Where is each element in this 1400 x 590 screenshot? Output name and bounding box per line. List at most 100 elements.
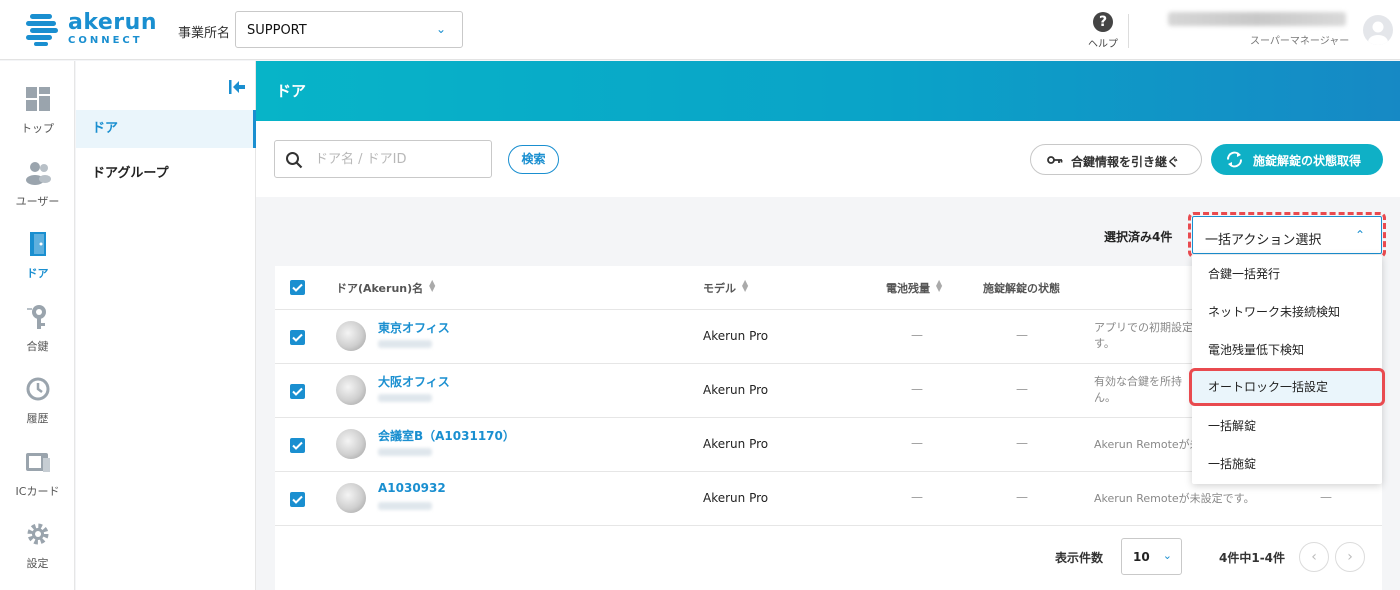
search-box[interactable] xyxy=(274,140,492,178)
door-name-link[interactable]: 会議室B（A1031170） xyxy=(378,427,515,444)
menu-item-bulk-lock[interactable]: 一括施錠 xyxy=(1192,445,1382,483)
page-banner: ドア xyxy=(256,61,1400,121)
search-button[interactable]: 検索 xyxy=(508,145,559,174)
door-remark-line2: ん。 xyxy=(1094,391,1116,404)
door-remark-line2: す。 xyxy=(1094,337,1115,350)
battery-value: — xyxy=(911,490,923,504)
lock-state-value: — xyxy=(1016,382,1028,396)
bulk-action-select[interactable]: 一括アクション選択 ⌃ xyxy=(1188,212,1386,258)
column-header-name[interactable]: ドア(Akerun)名 ▲ ▼ xyxy=(336,278,436,296)
toolbar: 検索 合鍵情報を引き継ぐ 施錠解錠の状態取得 xyxy=(256,121,1400,197)
battery-value: — xyxy=(911,382,923,396)
subnav-item-door-group[interactable]: ドアグループ xyxy=(76,155,256,193)
nav-top[interactable]: トップ xyxy=(0,86,75,136)
door-remark-line1: アプリでの初期設定 xyxy=(1094,321,1193,334)
column-header-battery[interactable]: 電池残量 ▲ ▼ xyxy=(886,279,942,296)
chevron-up-icon: ⌃ xyxy=(1354,228,1365,242)
door-id-blurred xyxy=(378,394,432,402)
lock-state-value: — xyxy=(1016,490,1028,504)
door-model: Akerun Pro xyxy=(703,437,769,451)
chevron-down-icon: ⌄ xyxy=(435,22,446,36)
per-page-value: 10 xyxy=(1133,550,1150,564)
sort-icon: ▲ ▼ xyxy=(429,278,436,293)
door-model: Akerun Pro xyxy=(703,383,769,397)
row-checkbox[interactable] xyxy=(290,492,305,507)
door-name-link[interactable]: A1030932 xyxy=(378,481,446,495)
per-page-label: 表示件数 xyxy=(1055,551,1104,565)
nav-history[interactable]: 履歴 xyxy=(0,376,75,426)
fetch-lock-status-button[interactable]: 施錠解錠の状態取得 xyxy=(1211,144,1383,175)
help-icon: ? xyxy=(1093,12,1113,32)
menu-item-bulk-unlock[interactable]: 一括解錠 xyxy=(1192,407,1382,445)
akerun-logo[interactable]: akerun CONNECT xyxy=(26,10,156,50)
nav-iccard[interactable]: ICカード xyxy=(0,449,75,499)
nav-key-label: 合鍵 xyxy=(26,340,49,353)
chevron-down-icon: ⌄ xyxy=(1162,549,1172,562)
user-avatar-icon xyxy=(1368,21,1388,45)
nav-settings[interactable]: 設定 xyxy=(0,521,75,571)
column-header-model-label: モデル xyxy=(703,282,736,295)
select-all-checkbox[interactable] xyxy=(290,280,305,295)
history-icon xyxy=(26,377,49,401)
akerun-device-image xyxy=(336,321,366,351)
avatar[interactable] xyxy=(1363,15,1393,45)
row-checkbox[interactable] xyxy=(290,330,305,345)
menu-item-bulk-key-issue[interactable]: 合鍵一括発行 xyxy=(1192,255,1382,293)
check-icon xyxy=(292,495,303,504)
bulk-action-select-value: 一括アクション選択 xyxy=(1205,233,1322,248)
ic-card-icon xyxy=(25,453,50,472)
menu-item-network-disconnect-detect[interactable]: ネットワーク未接続検知 xyxy=(1192,293,1382,331)
per-page-select[interactable]: 10 ⌄ xyxy=(1121,538,1182,575)
check-icon xyxy=(292,387,303,396)
page-title: ドア xyxy=(276,82,307,100)
door-name-link[interactable]: 東京オフィス xyxy=(378,319,450,336)
office-label: 事業所名 xyxy=(178,26,231,41)
akerun-device-image xyxy=(336,483,366,513)
battery-value: — xyxy=(911,436,923,450)
users-icon xyxy=(25,162,51,185)
office-select-value: SUPPORT xyxy=(247,23,307,38)
column-header-name-label: ドア(Akerun)名 xyxy=(336,282,424,295)
bulk-action-menu: 合鍵一括発行 ネットワーク未接続検知 電池残量低下検知 オートロック一括設定 一… xyxy=(1189,255,1385,484)
page-info: 4件中1-4件 xyxy=(1219,551,1286,565)
collapse-sidebar-icon[interactable] xyxy=(228,79,246,95)
door-name-link[interactable]: 大阪オフィス xyxy=(378,373,450,390)
user-role: スーパーマネージャー xyxy=(1250,36,1350,47)
row-checkbox[interactable] xyxy=(290,438,305,453)
office-select[interactable]: SUPPORT ⌄ xyxy=(235,11,463,48)
nav-key[interactable]: 合鍵 xyxy=(0,304,75,354)
check-icon xyxy=(292,333,303,342)
nav-door[interactable]: ドア xyxy=(0,231,75,281)
search-icon xyxy=(286,152,303,169)
nav-top-label: トップ xyxy=(21,122,54,135)
prev-page-button[interactable]: ‹ xyxy=(1299,542,1329,572)
column-header-model[interactable]: モデル ▲ ▼ xyxy=(703,279,748,296)
chevron-left-icon: ‹ xyxy=(1311,549,1317,565)
nav-door-label: ドア xyxy=(26,267,49,280)
door-model: Akerun Pro xyxy=(703,491,769,505)
search-input[interactable] xyxy=(315,149,483,169)
menu-item-low-battery-detect[interactable]: 電池残量低下検知 xyxy=(1192,331,1382,369)
nav-users[interactable]: ユーザー xyxy=(0,159,75,209)
nav-history-label: 履歴 xyxy=(26,412,49,425)
row-checkbox[interactable] xyxy=(290,384,305,399)
inherit-key-info-button[interactable]: 合鍵情報を引き継ぐ xyxy=(1030,144,1202,175)
column-header-lock-state: 施錠解錠の状態 xyxy=(983,282,1060,295)
help-button[interactable]: ? ヘルプ xyxy=(1084,12,1122,50)
akerun-device-image xyxy=(336,429,366,459)
subnav-item-door[interactable]: ドア xyxy=(76,110,256,148)
next-page-button[interactable]: › xyxy=(1335,542,1365,572)
dashboard-icon xyxy=(25,87,50,111)
fetch-lock-status-label: 施錠解錠の状態取得 xyxy=(1253,154,1362,168)
nav-users-label: ユーザー xyxy=(15,195,60,208)
door-remark: Akerun Remoteが未設定です。 xyxy=(1094,492,1255,505)
selected-count: 選択済み4件 xyxy=(1104,230,1173,244)
help-label: ヘルプ xyxy=(1088,39,1118,50)
logo-text: akerun xyxy=(68,10,157,35)
extra-value: — xyxy=(1320,490,1332,504)
logo-subtext: CONNECT xyxy=(68,35,143,46)
sync-icon xyxy=(1227,151,1242,168)
nav-iccard-label: ICカード xyxy=(15,485,60,498)
battery-value: — xyxy=(911,328,923,342)
menu-item-bulk-autolock[interactable]: オートロック一括設定 xyxy=(1189,368,1385,406)
